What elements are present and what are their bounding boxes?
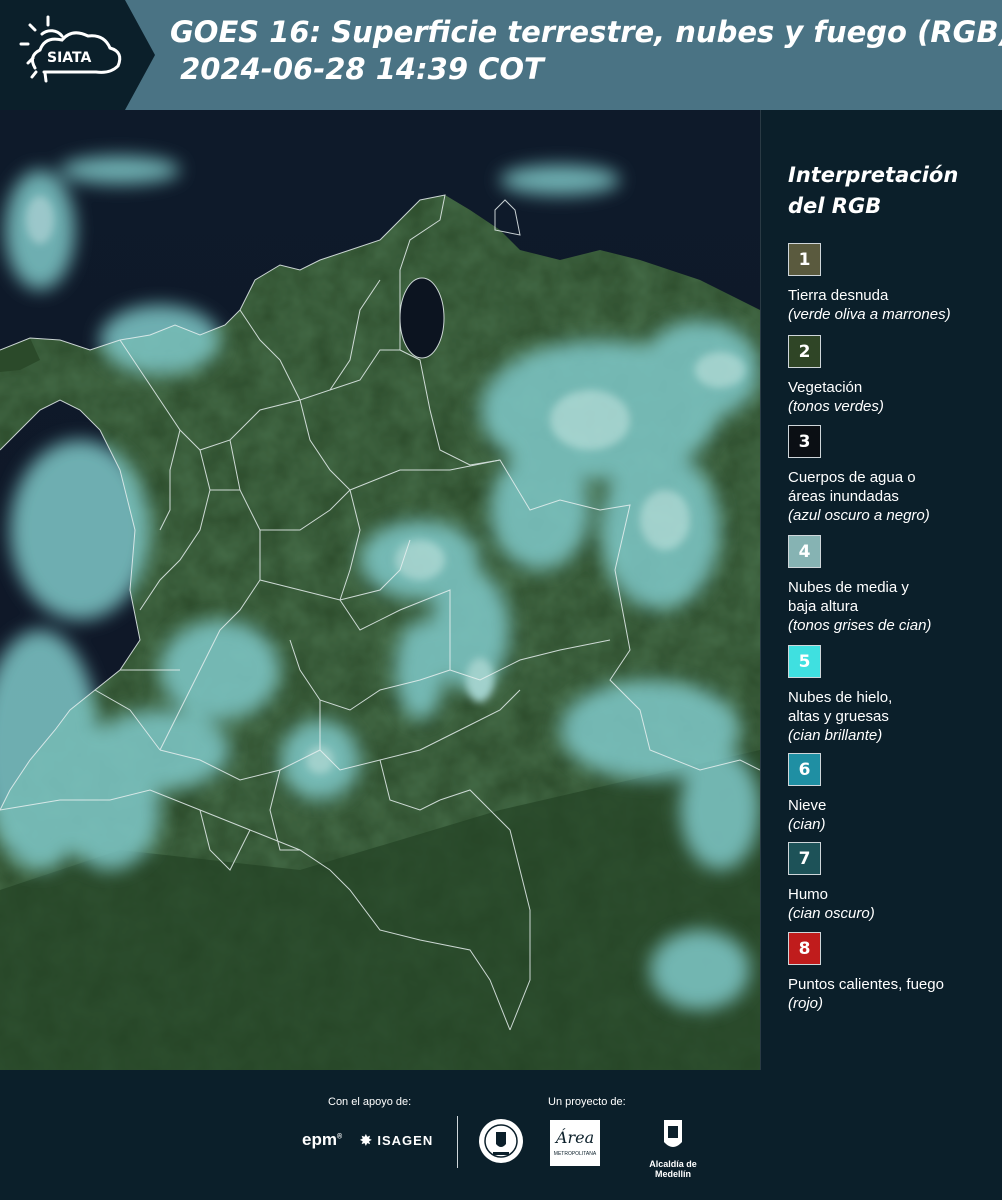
legend-label: Humo: [788, 886, 829, 903]
legend-item: 6 Nieve (cian): [788, 753, 988, 834]
legend-description: (azul oscuro a negro): [788, 507, 930, 524]
footer-divider: [457, 1116, 458, 1168]
project-label: Un proyecto de:: [548, 1096, 626, 1108]
legend-swatch: 5: [788, 645, 821, 678]
legend-item: 1 Tierra desnuda (verde oliva a marrones): [788, 243, 988, 324]
siata-logo-text: SIATA: [47, 50, 92, 66]
legend-label: Nieve: [788, 797, 827, 814]
isagen-logo-text: ISAGEN: [377, 1133, 434, 1148]
alcaldia-logo-text: Alcaldía de Medellín: [649, 1159, 697, 1179]
legend-description: (cian oscuro): [788, 905, 875, 922]
legend-item: 2 Vegetación (tonos verdes): [788, 335, 988, 416]
legend-description: (tonos grises de cian): [788, 617, 932, 634]
siata-logo[interactable]: SIATA: [0, 0, 155, 110]
legend-description: (verde oliva a marrones): [788, 306, 951, 323]
legend-item: 7 Humo (cian oscuro): [788, 842, 988, 923]
legend-label: Nubes de media y baja altura: [788, 579, 909, 615]
alcaldia-logo[interactable]: Alcaldía de Medellín: [638, 1118, 708, 1179]
page-title: GOES 16: Superficie terrestre, nubes y f…: [170, 15, 1002, 86]
legend-title: Interpretación del RGB: [788, 163, 959, 218]
epm-logo[interactable]: epm®: [302, 1130, 342, 1150]
legend-item: 3 Cuerpos de agua o áreas inundadas (azul …: [788, 425, 988, 525]
legend-label: Puntos calientes, fuego: [788, 976, 944, 993]
legend: Interpretación del RGB: [788, 160, 988, 240]
support-label: Con el apoyo de:: [328, 1096, 412, 1108]
isagen-icon: ✸: [360, 1132, 373, 1148]
area-logo-subtext: METROPOLITANA: [553, 1151, 597, 1157]
footer: Con el apoyo de: Un proyecto de: epm® ✸ …: [0, 1070, 1002, 1200]
legend-swatch: 7: [788, 842, 821, 875]
legend-label: Vegetación: [788, 379, 863, 396]
legend-description: (rojo): [788, 995, 824, 1012]
legend-label: Cuerpos de agua o áreas inundadas: [788, 469, 916, 505]
legend-label: Nubes de hielo, altas y gruesas: [788, 689, 893, 725]
area-metropolitana-logo[interactable]: Área METROPOLITANA: [550, 1120, 600, 1166]
legend-swatch: 4: [788, 535, 821, 568]
isagen-logo[interactable]: ✸ ISAGEN: [360, 1132, 433, 1149]
legend-swatch: 8: [788, 932, 821, 965]
satellite-image: [0, 110, 760, 1070]
gobernacion-seal[interactable]: [478, 1118, 524, 1169]
legend-label: Tierra desnuda: [788, 287, 889, 304]
legend-item: 5 Nubes de hielo, altas y gruesas (cian br…: [788, 645, 988, 745]
header: SIATA GOES 16: Superficie terrestre, nub…: [0, 0, 1002, 110]
legend-description: (cian): [788, 816, 826, 833]
legend-swatch: 6: [788, 753, 821, 786]
area-logo-text: Área: [555, 1128, 595, 1147]
alcaldia-shield-icon: [664, 1120, 682, 1147]
legend-description: (tonos verdes): [788, 398, 884, 415]
legend-description: (cian brillante): [788, 727, 883, 744]
legend-item: 8 Puntos calientes, fuego (rojo): [788, 932, 988, 1013]
satellite-map[interactable]: [0, 110, 761, 1070]
legend-swatch: 2: [788, 335, 821, 368]
legend-swatch: 3: [788, 425, 821, 458]
legend-item: 4 Nubes de media y baja altura (tonos gris…: [788, 535, 988, 635]
legend-swatch: 1: [788, 243, 821, 276]
epm-logo-text: epm: [302, 1130, 337, 1149]
